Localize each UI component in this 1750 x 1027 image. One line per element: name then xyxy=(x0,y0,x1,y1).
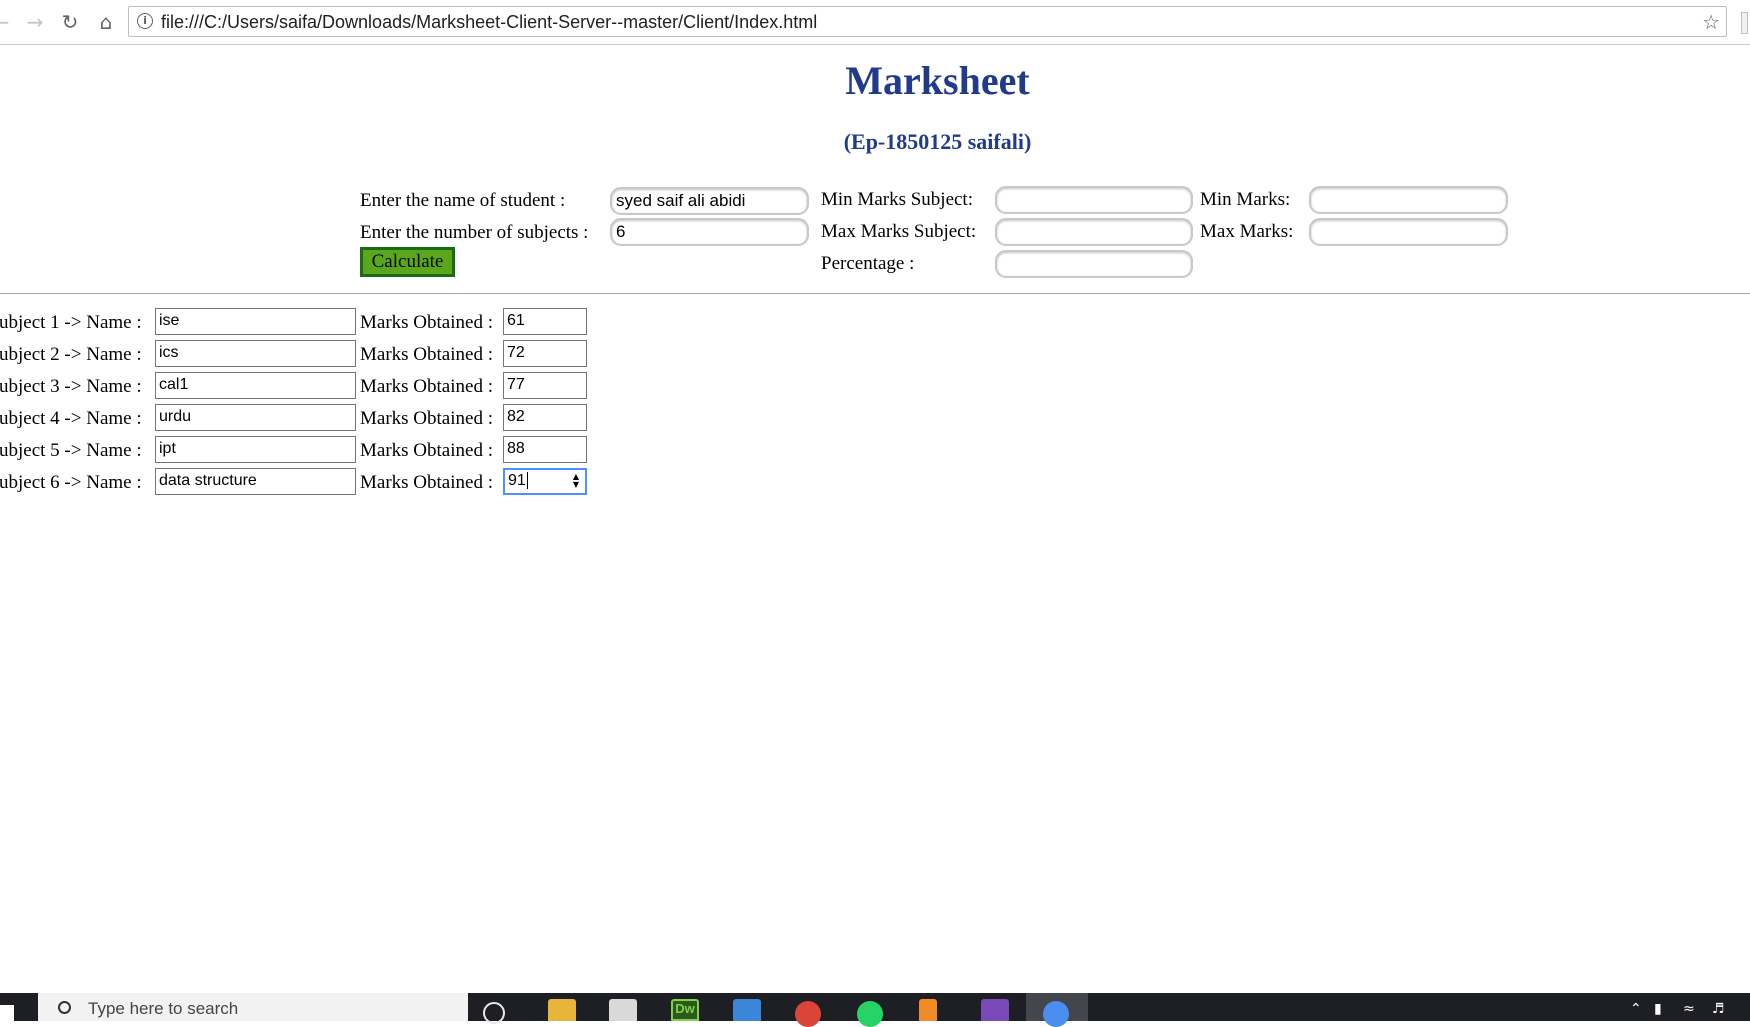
section-divider xyxy=(0,293,1750,294)
min-marks-subject-field[interactable] xyxy=(995,186,1193,214)
marks-input[interactable]: 61 xyxy=(503,308,587,335)
chrome-active-icon[interactable] xyxy=(1043,1001,1069,1027)
marks-input-focused[interactable]: 91 ▲ ▼ xyxy=(503,468,587,495)
percentage-field[interactable] xyxy=(995,250,1193,278)
address-url[interactable]: file:///C:/Users/saifa/Downloads/Markshe… xyxy=(161,12,817,33)
min-marks-label: Min Marks: xyxy=(1200,189,1291,210)
chrome-icon[interactable] xyxy=(795,1001,821,1027)
subject-name-label: ubject 6 -> Name : xyxy=(0,472,142,493)
max-marks-field[interactable] xyxy=(1309,218,1508,246)
subject-name-input[interactable]: urdu xyxy=(155,404,356,431)
marks-obtained-label: Marks Obtained : xyxy=(360,376,493,397)
reload-icon[interactable]: ↻ xyxy=(57,9,83,35)
marks-obtained-label: Marks Obtained : xyxy=(360,440,493,461)
subject-count-input[interactable]: 6 xyxy=(610,218,809,246)
tray-wifi-icon[interactable]: ≈ xyxy=(1683,1001,1695,1017)
marks-input-value: 91 xyxy=(508,472,526,489)
taskbar-search-placeholder: Type here to search xyxy=(88,999,239,1018)
subject-name-label: ubject 1 -> Name : xyxy=(0,312,142,333)
marks-input[interactable]: 82 xyxy=(503,404,587,431)
subject-name-input[interactable]: ics xyxy=(155,340,356,367)
marks-obtained-label: Marks Obtained : xyxy=(360,344,493,365)
subject-name-label: ubject 3 -> Name : xyxy=(0,376,142,397)
store-icon[interactable] xyxy=(609,999,637,1021)
back-arrow-icon[interactable]: ← xyxy=(0,9,14,35)
calculate-button[interactable]: Calculate xyxy=(360,247,455,277)
max-marks-label: Max Marks: xyxy=(1200,221,1294,242)
windows-taskbar: Type here to search Dw ⌃ ▮ ≈ ♬ xyxy=(0,993,1750,1027)
tray-chevron-icon[interactable]: ⌃ xyxy=(1630,1001,1642,1017)
page-title: Marksheet xyxy=(845,58,1030,103)
subject-name-input[interactable]: ipt xyxy=(155,436,356,463)
min-marks-subject-label: Min Marks Subject: xyxy=(821,189,973,210)
taskbar-search-box[interactable]: Type here to search xyxy=(38,993,468,1021)
bookmark-star-icon[interactable]: ☆ xyxy=(1702,10,1720,34)
subject-name-label: ubject 4 -> Name : xyxy=(0,408,142,429)
address-bar[interactable]: i file:///C:/Users/saifa/Downloads/Marks… xyxy=(128,6,1727,37)
marks-obtained-label: Marks Obtained : xyxy=(360,472,493,493)
windows-start-icon[interactable] xyxy=(0,1005,14,1021)
subject-name-label: ubject 5 -> Name : xyxy=(0,440,142,461)
visual-studio-icon[interactable] xyxy=(981,999,1009,1021)
home-icon[interactable]: ⌂ xyxy=(93,9,119,35)
sublime-icon[interactable] xyxy=(919,999,937,1021)
file-explorer-icon[interactable] xyxy=(548,999,576,1021)
forward-arrow-icon[interactable]: → xyxy=(22,9,48,35)
site-info-icon[interactable]: i xyxy=(137,13,153,29)
max-marks-subject-field[interactable] xyxy=(995,218,1193,246)
student-name-label: Enter the name of student : xyxy=(360,190,566,211)
subject-count-label: Enter the number of subjects : xyxy=(360,222,589,243)
subject-name-input[interactable]: cal1 xyxy=(155,372,356,399)
page-subtitle: (Ep-1850125 saifali) xyxy=(843,129,1032,154)
marks-obtained-label: Marks Obtained : xyxy=(360,408,493,429)
browser-menu-edge xyxy=(1741,12,1748,34)
marks-input[interactable]: 88 xyxy=(503,436,587,463)
marks-input[interactable]: 72 xyxy=(503,340,587,367)
photos-icon[interactable] xyxy=(733,999,761,1021)
tray-battery-icon[interactable]: ▮ xyxy=(1654,1001,1662,1017)
dreamweaver-icon[interactable]: Dw xyxy=(671,999,699,1021)
marks-input[interactable]: 77 xyxy=(503,372,587,399)
subject-name-input[interactable]: data structure xyxy=(155,468,356,495)
percentage-label: Percentage : xyxy=(821,253,915,274)
tray-volume-icon[interactable]: ♬ xyxy=(1712,1001,1725,1017)
text-cursor xyxy=(526,472,528,490)
min-marks-field[interactable] xyxy=(1309,186,1508,214)
marks-obtained-label: Marks Obtained : xyxy=(360,312,493,333)
whatsapp-icon[interactable] xyxy=(857,1001,883,1027)
subject-name-label: ubject 2 -> Name : xyxy=(0,344,142,365)
subject-name-input[interactable]: ise xyxy=(155,308,356,335)
browser-toolbar: ← → ↻ ⌂ i file:///C:/Users/saifa/Downloa… xyxy=(0,0,1750,45)
max-marks-subject-label: Max Marks Subject: xyxy=(821,221,977,242)
student-name-input[interactable]: syed saif ali abidi xyxy=(610,187,809,215)
search-icon xyxy=(58,1001,71,1014)
number-spinner-icon[interactable]: ▲ ▼ xyxy=(571,473,581,491)
